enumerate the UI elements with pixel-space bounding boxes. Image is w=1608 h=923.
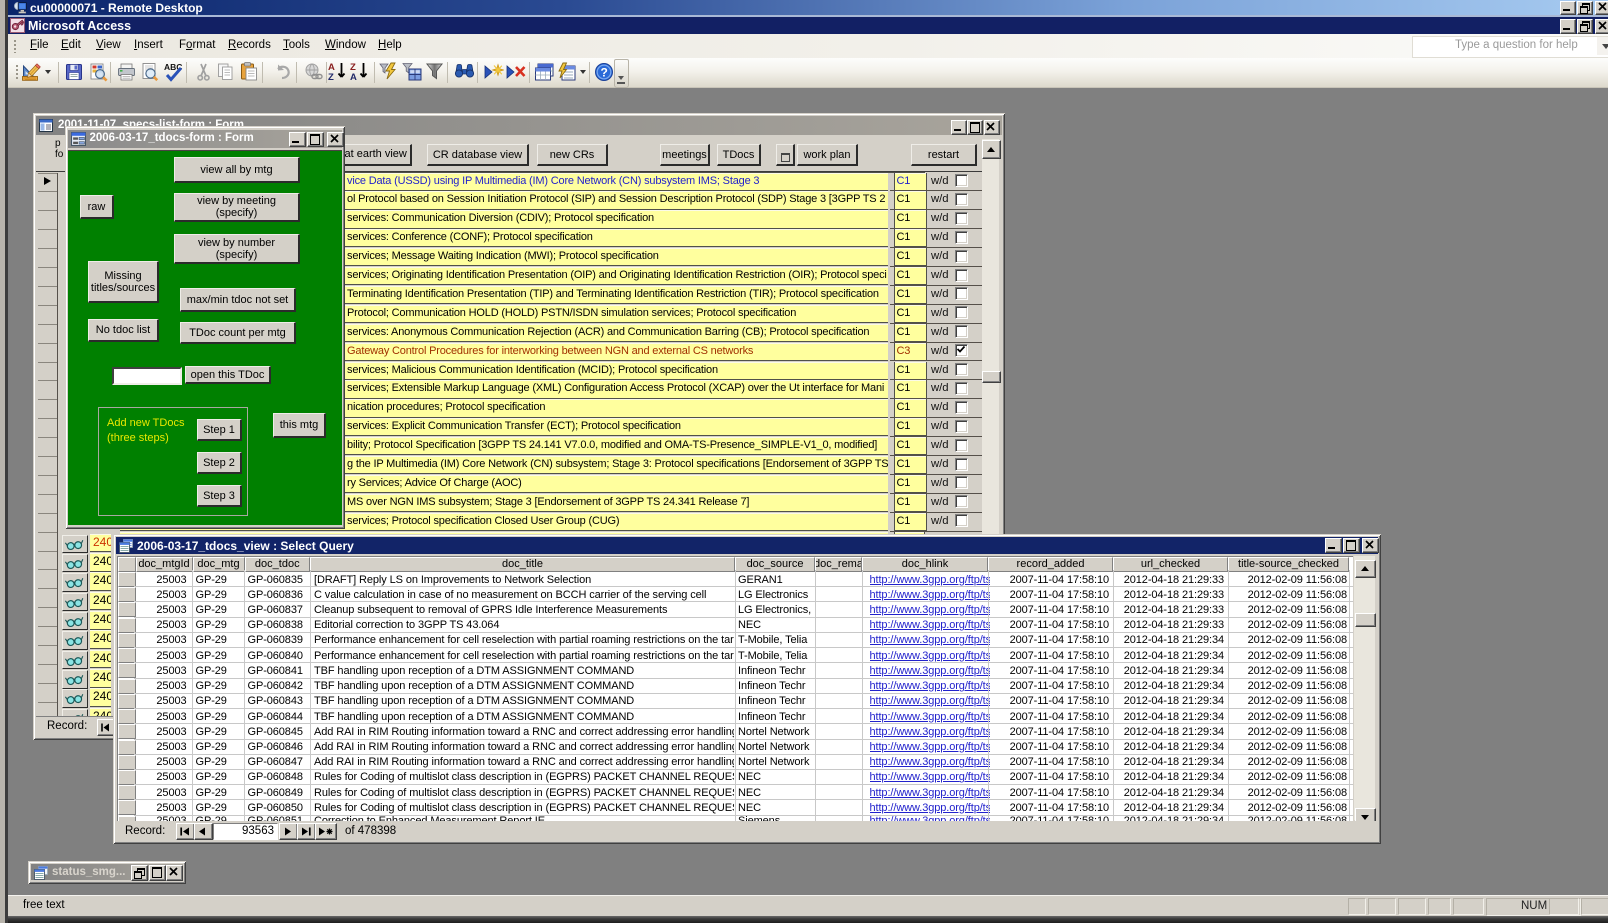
svg-text:Z: Z bbox=[328, 72, 334, 83]
svg-text:?: ? bbox=[601, 66, 608, 80]
svg-text:A: A bbox=[350, 72, 357, 83]
